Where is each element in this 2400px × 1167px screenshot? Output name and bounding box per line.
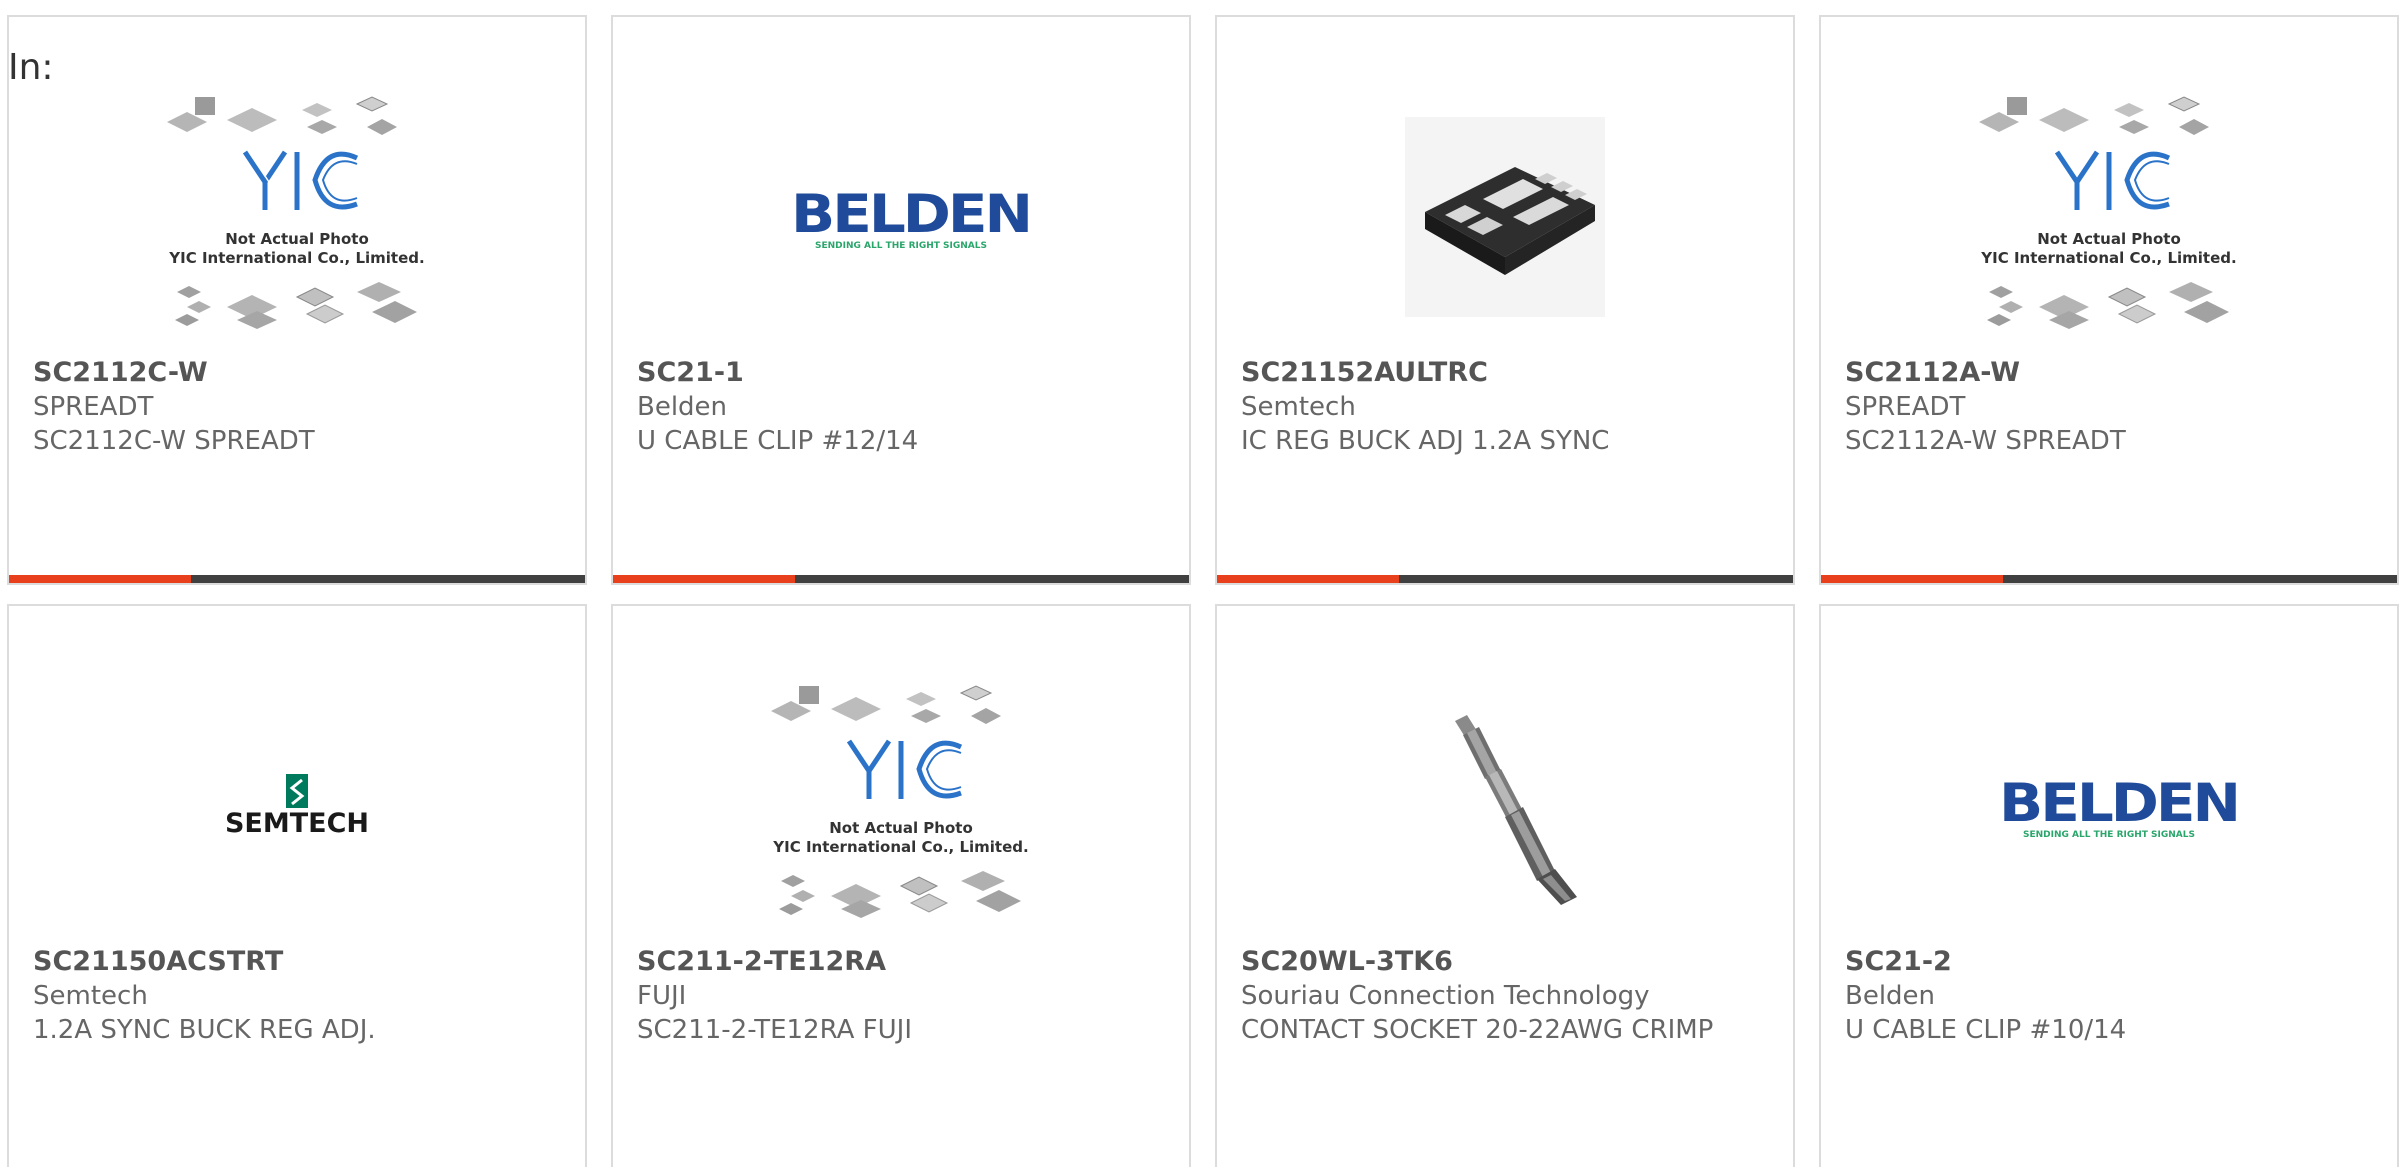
product-image: BELDEN SENDING ALL THE RIGHT SIGNALS (1821, 656, 2397, 956)
part-number[interactable]: SC2112C-W (33, 356, 565, 390)
product-info: SC21-1 Belden U CABLE CLIP #12/14 (637, 356, 1169, 458)
product-info: SC21152AULTRC Semtech IC REG BUCK ADJ 1.… (1241, 356, 1773, 458)
part-number[interactable]: SC20WL-3TK6 (1241, 945, 1773, 979)
manufacturer: Semtech (1241, 392, 1356, 422)
description: U CABLE CLIP #10/14 (1845, 1015, 2127, 1045)
belden-wordmark: BELDEN (791, 183, 1033, 245)
product-image: Not Actual Photo YIC International Co., … (613, 656, 1189, 956)
product-card[interactable]: Not Actual Photo YIC International Co., … (7, 15, 587, 585)
semtech-logo: SEMTECH (192, 773, 402, 839)
yic-placeholder-image: Not Actual Photo YIC International Co., … (761, 681, 1041, 931)
card-underline (9, 575, 585, 583)
belden-wordmark: BELDEN (1999, 772, 2241, 834)
product-image: BELDEN SENDING ALL THE RIGHT SIGNALS (613, 67, 1189, 367)
description: SC2112C-W SPREADT (33, 426, 315, 456)
manufacturer: SPREADT (1845, 392, 1966, 422)
product-card[interactable]: SEMTECH SC21150ACSTRT Semtech 1.2A SYNC … (7, 604, 587, 1167)
yic-placeholder-image: Not Actual Photo YIC International Co., … (1969, 92, 2249, 342)
manufacturer: SPREADT (33, 392, 154, 422)
product-info: SC2112A-W SPREADT SC2112A-W SPREADT (1845, 356, 2377, 458)
part-number[interactable]: SC21-1 (637, 356, 1169, 390)
card-underline-accent (1821, 575, 2003, 583)
product-image (1217, 67, 1793, 367)
chip-cluster-icon (1979, 96, 2229, 329)
description: SC2112A-W SPREADT (1845, 426, 2126, 456)
filter-label: In: (8, 47, 54, 88)
manufacturer: FUJI (637, 981, 687, 1011)
product-card[interactable]: Not Actual Photo YIC International Co., … (1819, 15, 2399, 585)
card-underline-accent (1217, 575, 1399, 583)
card-underline (613, 575, 1189, 583)
product-image: Not Actual Photo YIC International Co., … (9, 67, 585, 367)
product-card[interactable]: BELDEN SENDING ALL THE RIGHT SIGNALS SC2… (1819, 604, 2399, 1167)
part-number[interactable]: SC21150ACSTRT (33, 945, 565, 979)
semtech-wordmark: SEMTECH (224, 807, 370, 839)
description: IC REG BUCK ADJ 1.2A SYNC (1241, 426, 1610, 456)
description: U CABLE CLIP #12/14 (637, 426, 919, 456)
part-number[interactable]: SC21-2 (1845, 945, 2377, 979)
chip-cluster-icon (167, 96, 417, 329)
product-image: SEMTECH (9, 656, 585, 956)
placeholder-caption: Not Actual Photo YIC International Co., … (169, 230, 425, 267)
description: CONTACT SOCKET 20-22AWG CRIMP (1241, 1015, 1714, 1045)
part-number[interactable]: SC211-2-TE12RA (637, 945, 1169, 979)
manufacturer: Belden (637, 392, 728, 422)
placeholder-caption: Not Actual Photo YIC International Co., … (773, 819, 1029, 856)
part-number[interactable]: SC2112A-W (1845, 356, 2377, 390)
manufacturer: Souriau Connection Technology (1241, 981, 1650, 1011)
crimp-contact-icon (1455, 715, 1577, 905)
product-info: SC211-2-TE12RA FUJI SC211-2-TE12RA FUJI (637, 945, 1169, 1047)
placeholder-caption: Not Actual Photo YIC International Co., … (1981, 230, 2237, 267)
semtech-mark-icon (286, 773, 308, 808)
product-grid-page: In: Not Actual Photo YIC International C… (0, 0, 2400, 1167)
product-info: SC2112C-W SPREADT SC2112C-W SPREADT (33, 356, 565, 458)
product-card[interactable]: Not Actual Photo YIC International Co., … (611, 604, 1191, 1167)
product-card[interactable]: SC20WL-3TK6 Souriau Connection Technolog… (1215, 604, 1795, 1167)
description: 1.2A SYNC BUCK REG ADJ. (33, 1015, 376, 1045)
card-underline (1217, 575, 1793, 583)
manufacturer: Belden (1845, 981, 1936, 1011)
product-info: SC21150ACSTRT Semtech 1.2A SYNC BUCK REG… (33, 945, 565, 1047)
ic-package-icon (1405, 117, 1605, 317)
product-card[interactable]: SC21152AULTRC Semtech IC REG BUCK ADJ 1.… (1215, 15, 1795, 585)
product-card[interactable]: BELDEN SENDING ALL THE RIGHT SIGNALS SC2… (611, 15, 1191, 585)
belden-logo: BELDEN SENDING ALL THE RIGHT SIGNALS (1999, 772, 2241, 840)
part-number[interactable]: SC21152AULTRC (1241, 356, 1773, 390)
yic-placeholder-image: Not Actual Photo YIC International Co., … (157, 92, 437, 342)
description: SC211-2-TE12RA FUJI (637, 1015, 912, 1045)
belden-logo: BELDEN SENDING ALL THE RIGHT SIGNALS (791, 183, 1033, 251)
product-info: SC21-2 Belden U CABLE CLIP #10/14 (1845, 945, 2377, 1047)
chip-cluster-icon (771, 685, 1021, 918)
card-underline-accent (613, 575, 795, 583)
card-underline (1821, 575, 2397, 583)
manufacturer: Semtech (33, 981, 148, 1011)
card-underline-accent (9, 575, 191, 583)
product-image (1217, 656, 1793, 956)
product-info: SC20WL-3TK6 Souriau Connection Technolog… (1241, 945, 1773, 1047)
product-image: Not Actual Photo YIC International Co., … (1821, 67, 2397, 367)
